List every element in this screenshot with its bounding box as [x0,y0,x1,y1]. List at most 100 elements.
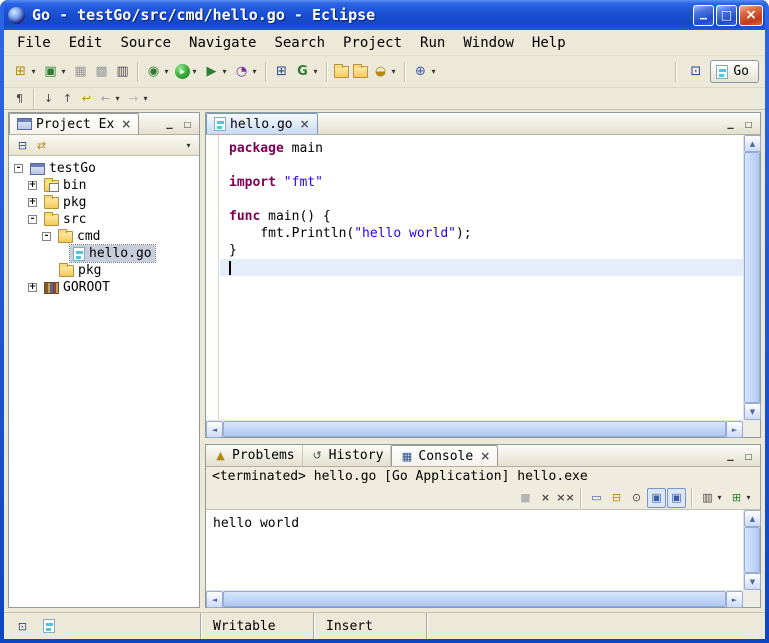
console-horizontal-scrollbar[interactable]: ◄ ► [206,590,743,607]
remove-all-terminated-button[interactable]: ×× [556,488,575,508]
go-menu-dropdown[interactable]: ▾ [311,67,320,76]
code-area[interactable]: package main import "fmt" func main() { … [220,135,743,420]
fast-view-button[interactable]: ⊡ [13,617,32,636]
menu-help[interactable]: Help [523,32,575,54]
scrollbar-thumb[interactable] [223,591,726,607]
scroll-down-icon[interactable]: ▼ [744,573,761,590]
terminate-button[interactable]: ■ [516,488,535,508]
display-console-dropdown[interactable]: ▾ [715,493,724,502]
new-go-file-dropdown[interactable]: ▾ [59,67,68,76]
external-tools-dropdown[interactable]: ▾ [220,67,229,76]
next-annotation-button[interactable]: ↓ [39,89,58,108]
clear-console-button[interactable]: ▭ [587,488,606,508]
minimize-view-button[interactable]: ▁ [162,117,177,131]
show-stdout-button[interactable]: ▣ [647,488,666,508]
open-console-button[interactable]: ⊞ ▾ [727,488,755,508]
show-stderr-button[interactable]: ▣ [667,488,686,508]
tree-item-testgo[interactable]: - testGo [9,160,199,177]
forward-dropdown[interactable]: ▾ [141,94,150,103]
tab-hello-go[interactable]: hello.go × [206,113,318,134]
tree-item-goroot[interactable]: + GOROOT [9,279,199,296]
menu-edit[interactable]: Edit [60,32,112,54]
search-dropdown[interactable]: ▾ [389,67,398,76]
open-folder-button[interactable] [332,60,351,84]
expander-icon[interactable]: - [42,232,51,241]
tree-item-bin[interactable]: + bin [9,177,199,194]
tab-problems[interactable]: ▲ Problems [206,445,303,466]
minimize-button[interactable]: ▁ [693,5,714,26]
tab-project-explorer[interactable]: Project Ex × [9,113,139,134]
scroll-lock-button[interactable]: ⊟ [607,488,626,508]
new-wizard-dropdown[interactable]: ▾ [29,67,38,76]
close-tab-icon[interactable]: × [480,449,490,463]
scrollbar-thumb[interactable] [744,527,760,573]
new-go-file-button[interactable]: ▣ ▾ [40,60,70,84]
tree-item-hello-go[interactable]: hello.go [9,245,199,262]
close-tab-icon[interactable]: × [300,117,310,131]
save-button[interactable]: ▦ [70,60,91,84]
collapse-all-button[interactable]: ⊟ [13,133,32,157]
tree-item-src-pkg[interactable]: pkg [9,262,199,279]
expander-icon[interactable]: - [28,215,37,224]
tree-item-pkg[interactable]: + pkg [9,194,199,211]
new-wizard-button[interactable]: ⊞ ▾ [10,60,40,84]
back-button[interactable]: ← ▾ [96,89,124,108]
expander-icon[interactable]: + [28,283,37,292]
run-button[interactable]: ▶ ▾ [173,60,201,84]
console-vertical-scrollbar[interactable]: ▲ ▼ [743,510,760,590]
expander-icon[interactable]: + [28,181,37,190]
last-edit-location-button[interactable]: ↩ [77,89,96,108]
scroll-left-icon[interactable]: ◄ [206,421,223,438]
previous-annotation-button[interactable]: ↑ [58,89,77,108]
code-editor[interactable]: package main import "fmt" func main() { … [206,135,760,437]
scroll-left-icon[interactable]: ◄ [206,591,223,608]
external-tools-button[interactable]: ▶ ▾ [201,60,231,84]
menu-file[interactable]: File [8,32,60,54]
team-sync-dropdown[interactable]: ▾ [429,67,438,76]
go-build-button[interactable]: ⊞ [271,60,292,84]
go-perspective-button[interactable]: Go [710,60,759,83]
close-button[interactable]: × [739,5,763,26]
minimize-view-button[interactable]: ▁ [723,449,738,463]
go-menu-button[interactable]: G ▾ [292,60,322,84]
close-tab-icon[interactable]: × [121,117,131,131]
run-dropdown[interactable]: ▾ [190,67,199,76]
profile-button[interactable]: ◔ ▾ [231,60,261,84]
tree-item-cmd[interactable]: - cmd [9,228,199,245]
go-trim-button[interactable] [39,617,58,636]
editor-horizontal-scrollbar[interactable]: ◄ ► [206,420,743,437]
menu-project[interactable]: Project [334,32,411,54]
annotation-ruler[interactable] [206,135,219,420]
tab-console[interactable]: ▦ Console × [391,445,498,466]
open-file-button[interactable] [351,60,370,84]
print-button[interactable]: ▥ [112,60,133,84]
view-menu-button[interactable]: ▾ [182,133,195,157]
expander-icon[interactable]: + [28,198,37,207]
team-sync-button[interactable]: ⊕ ▾ [410,60,440,84]
forward-button[interactable]: → ▾ [124,89,152,108]
menu-search[interactable]: Search [265,32,334,54]
menu-window[interactable]: Window [454,32,523,54]
scroll-up-icon[interactable]: ▲ [744,135,761,152]
pin-console-button[interactable]: ⊙ [627,488,646,508]
maximize-button[interactable]: □ [716,5,737,26]
scrollbar-thumb[interactable] [223,421,726,437]
maximize-view-button[interactable]: □ [741,117,756,131]
open-console-dropdown[interactable]: ▾ [744,493,753,502]
scroll-right-icon[interactable]: ► [726,591,743,608]
scroll-down-icon[interactable]: ▼ [744,403,761,420]
tab-history[interactable]: ↺ History [303,445,392,466]
maximize-view-button[interactable]: □ [741,449,756,463]
title-bar[interactable]: Go - testGo/src/cmd/hello.go - Eclipse ▁… [4,0,765,30]
remove-launch-button[interactable]: × [536,488,555,508]
menu-run[interactable]: Run [411,32,454,54]
debug-button[interactable]: ◉ ▾ [143,60,173,84]
profile-dropdown[interactable]: ▾ [250,67,259,76]
display-selected-console-button[interactable]: ▥ ▾ [698,488,726,508]
link-with-editor-button[interactable]: ⇄ [32,133,51,157]
scroll-up-icon[interactable]: ▲ [744,510,761,527]
console-output-area[interactable]: hello world ▲ ▼ ◄ ► [206,509,760,607]
scrollbar-thumb[interactable] [744,152,760,403]
menu-source[interactable]: Source [111,32,180,54]
tree-item-src[interactable]: - src [9,211,199,228]
